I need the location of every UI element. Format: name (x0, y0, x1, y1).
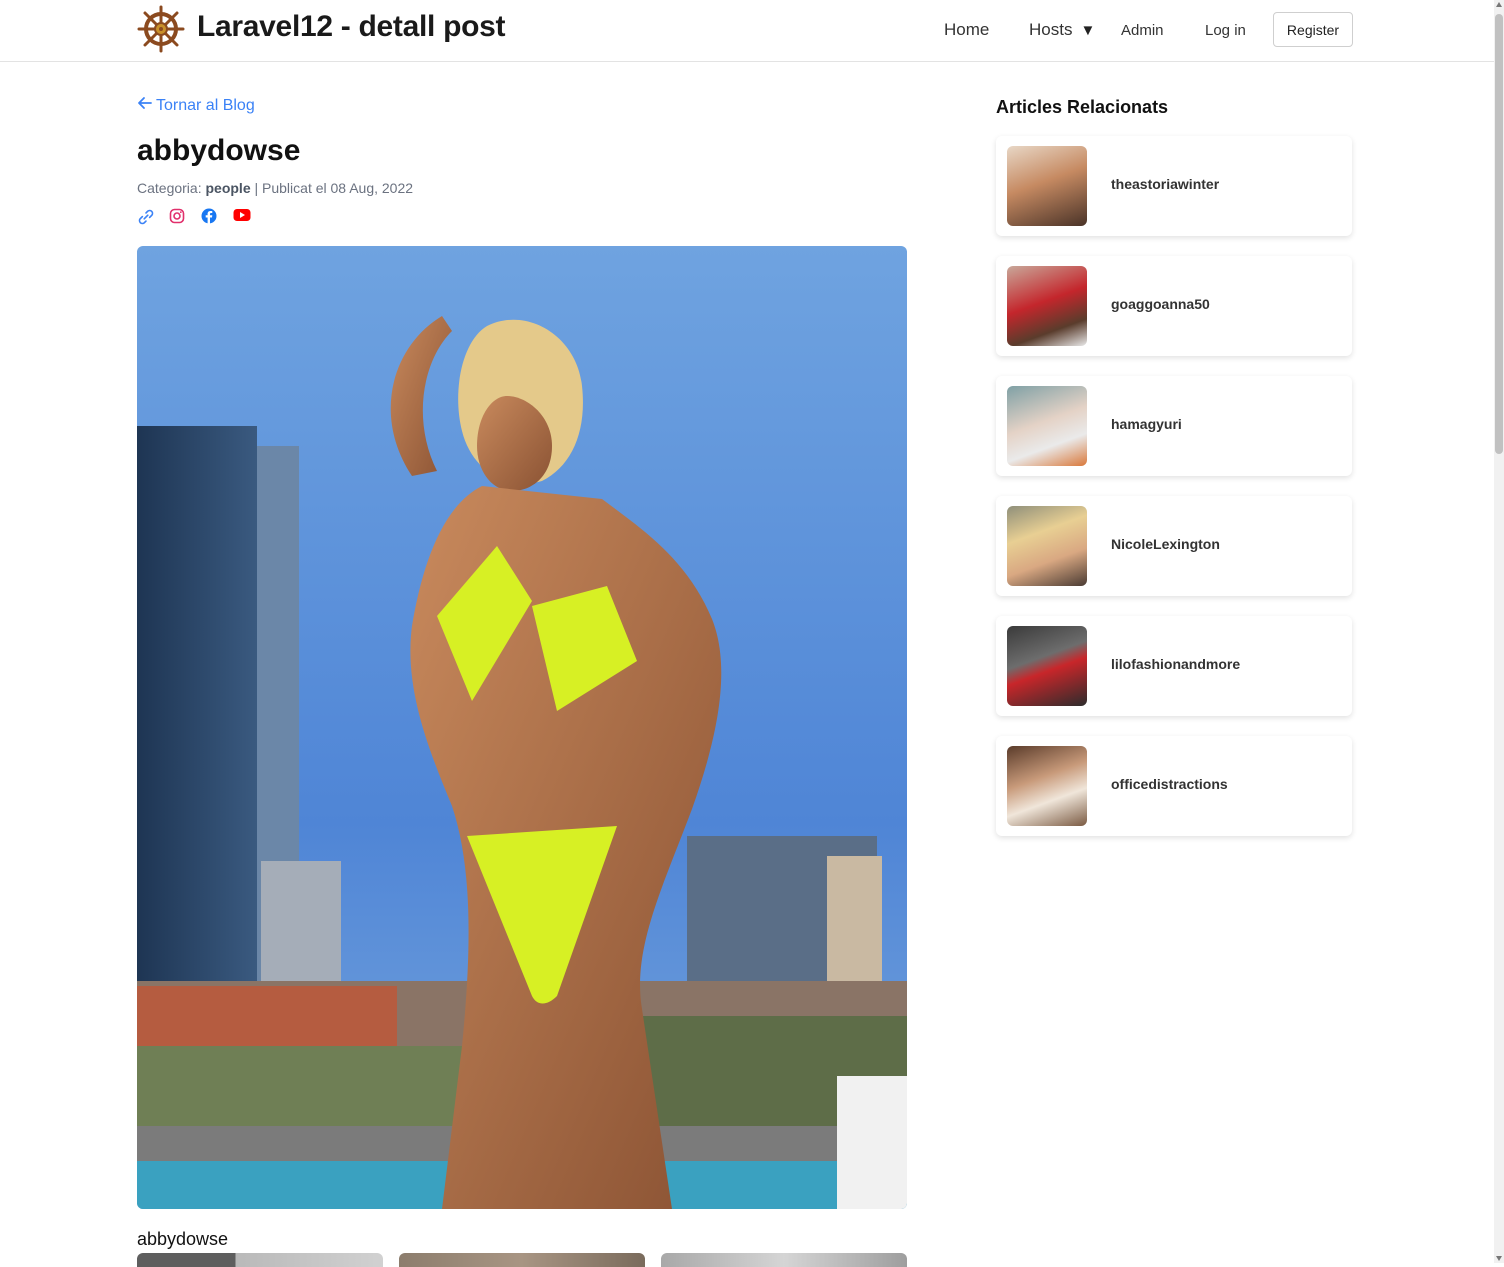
nav-home[interactable]: Home (944, 0, 989, 60)
instagram-icon[interactable] (169, 208, 187, 226)
related-article-thumbnail[interactable] (1007, 266, 1087, 346)
related-article-thumbnail[interactable] (1007, 626, 1087, 706)
related-article-thumbnail[interactable] (1007, 746, 1087, 826)
related-article-title[interactable]: NicoleLexington (1111, 536, 1220, 552)
related-article-card[interactable]: officedistractions (996, 736, 1352, 836)
post-title: abbydowse (137, 134, 301, 167)
top-navbar: Laravel12 - detall post Home Hosts ▼ Adm… (0, 0, 1494, 62)
gallery-thumbnail[interactable] (399, 1253, 645, 1267)
related-article-card[interactable]: goaggoanna50 (996, 256, 1352, 356)
related-article-card[interactable]: theastoriawinter (996, 136, 1352, 236)
gallery-thumbnail[interactable] (137, 1253, 383, 1267)
back-to-blog-link[interactable]: Tornar al Blog (137, 96, 255, 115)
ship-wheel-logo-icon[interactable] (137, 5, 185, 53)
scrollbar-thumb[interactable] (1495, 14, 1503, 454)
link-icon[interactable] (137, 208, 155, 226)
related-article-title[interactable]: officedistractions (1111, 776, 1228, 792)
related-article-title[interactable]: goaggoanna50 (1111, 296, 1210, 312)
related-articles-list: theastoriawinter goaggoanna50 hamagyuri … (996, 136, 1352, 856)
related-article-thumbnail[interactable] (1007, 386, 1087, 466)
related-article-card[interactable]: lilofashionandmore (996, 616, 1352, 716)
register-button[interactable]: Register (1273, 12, 1353, 47)
category-value[interactable]: people (205, 180, 250, 196)
published-date: | Publicat el 08 Aug, 2022 (254, 180, 414, 196)
related-article-title[interactable]: theastoriawinter (1111, 176, 1219, 192)
back-link-label: Tornar al Blog (156, 96, 255, 114)
category-label: Categoria: (137, 180, 202, 196)
post-meta: Categoria: people | Publicat el 08 Aug, … (137, 180, 413, 196)
related-article-thumbnail[interactable] (1007, 506, 1087, 586)
image-caption: abbydowse (137, 1229, 229, 1249)
scroll-down-arrow-icon[interactable] (1496, 1256, 1502, 1261)
scroll-up-arrow-icon[interactable] (1496, 2, 1502, 7)
related-article-card[interactable]: hamagyuri (996, 376, 1352, 476)
nav-hosts[interactable]: Hosts ▼ (1029, 0, 1095, 60)
post-main-image[interactable] (137, 246, 907, 1209)
facebook-icon[interactable] (201, 208, 219, 226)
related-articles-title: Articles Relacionats (996, 97, 1169, 117)
caret-down-icon: ▼ (1080, 21, 1096, 39)
nav-login[interactable]: Log in (1205, 0, 1246, 60)
page-scrollbar[interactable] (1494, 0, 1504, 1263)
nav-admin[interactable]: Admin (1121, 0, 1164, 60)
site-title[interactable]: Laravel12 - detall post (197, 10, 506, 44)
related-article-title[interactable]: lilofashionandmore (1111, 656, 1240, 672)
youtube-icon[interactable] (233, 208, 251, 226)
gallery-thumbnails (137, 1253, 907, 1267)
related-article-thumbnail[interactable] (1007, 146, 1087, 226)
arrow-left-icon (137, 96, 152, 115)
gallery-thumbnail[interactable] (661, 1253, 907, 1267)
social-links (137, 208, 251, 226)
nav-hosts-label: Hosts (1029, 20, 1073, 39)
related-article-card[interactable]: NicoleLexington (996, 496, 1352, 596)
related-article-title[interactable]: hamagyuri (1111, 416, 1182, 432)
